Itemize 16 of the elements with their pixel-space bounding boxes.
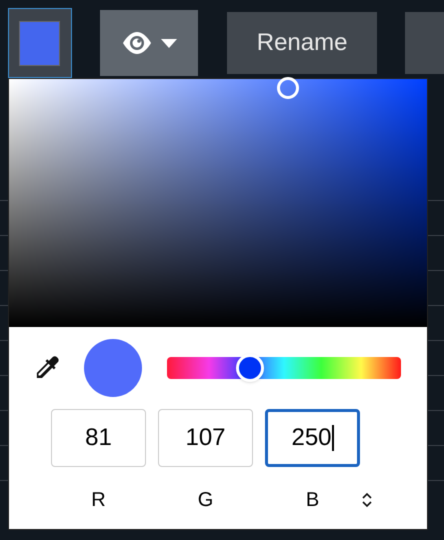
- visibility-dropdown-button[interactable]: [100, 10, 198, 76]
- channel-label: B: [304, 488, 320, 513]
- color-swatch-button[interactable]: [8, 8, 72, 78]
- saturation-area[interactable]: [9, 79, 427, 327]
- hue-thumb[interactable]: [236, 354, 264, 382]
- channel-field[interactable]: 250: [265, 409, 360, 467]
- channel-label: G: [196, 488, 214, 513]
- rename-button[interactable]: Rename: [227, 12, 377, 74]
- channel-label: R: [90, 488, 107, 513]
- caret-icon: [160, 38, 177, 48]
- channel-field[interactable]: 107: [158, 409, 253, 467]
- hue-slider[interactable]: [167, 357, 401, 379]
- channel-field[interactable]: 81: [51, 409, 146, 467]
- saturation-handle[interactable]: [277, 77, 299, 99]
- eye-icon: [120, 31, 153, 55]
- mode-toggle-icon[interactable]: [362, 492, 372, 508]
